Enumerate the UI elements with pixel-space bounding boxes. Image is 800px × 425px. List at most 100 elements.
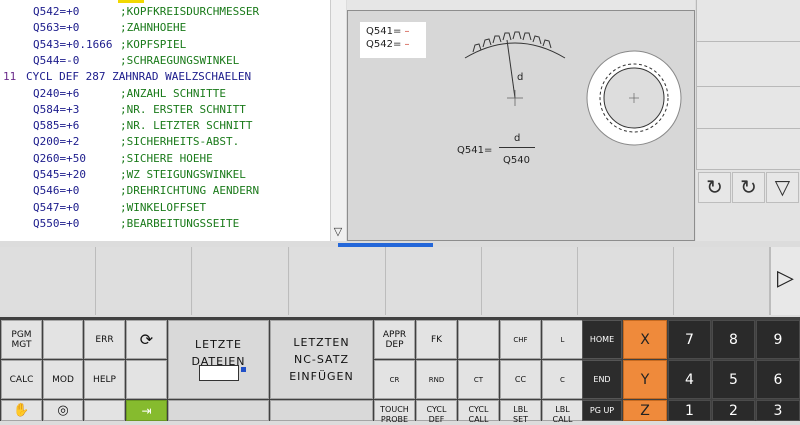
program-line[interactable]: Q543=+0.1666 ;KOPFSPIEL — [0, 37, 340, 53]
touch-probe-key[interactable]: TOUCH PROBE — [374, 400, 415, 424]
right-cell-4[interactable] — [696, 129, 800, 170]
program-line[interactable]: 11 CYCL DEF 287 ZAHNRAD WAELZSCHAELEN — [0, 69, 340, 85]
program-line[interactable]: Q547=+0 ;WINKELOFFSET — [0, 200, 340, 216]
line-key[interactable]: L — [542, 320, 583, 359]
axis-y-key[interactable]: Y — [623, 360, 667, 399]
appr-dep-key[interactable]: APPR DEP — [374, 320, 415, 359]
help-key[interactable]: HELP — [84, 360, 125, 399]
softkey-2[interactable] — [96, 247, 192, 315]
lbl-call-key[interactable]: LBL CALL — [542, 400, 583, 424]
axis-x-key[interactable]: X — [623, 320, 667, 359]
right-cell-2[interactable] — [696, 42, 800, 87]
mod-key[interactable]: MOD — [43, 360, 83, 399]
softkey-7[interactable] — [578, 247, 674, 315]
line-comment: ;NR. ERSTER SCHNITT — [120, 102, 246, 116]
scroll-down-icon[interactable]: ▽ — [330, 224, 346, 240]
num-6-key[interactable]: 6 — [756, 360, 800, 399]
chf-key[interactable]: CHF — [500, 320, 541, 359]
ct-key[interactable]: CT — [458, 360, 499, 399]
refresh-icon[interactable]: ⟳ — [126, 320, 167, 359]
softkey-6[interactable] — [482, 247, 578, 315]
line-code: Q546=+0 — [33, 184, 80, 198]
softkey-lower-1[interactable] — [168, 400, 269, 421]
num-9-key[interactable]: 9 — [756, 320, 800, 359]
pgm-mgt-key[interactable]: PGM MGT — [1, 320, 42, 359]
num-3-key[interactable]: 3 — [756, 400, 800, 421]
program-run-icon[interactable]: ⇥ — [126, 400, 167, 421]
cc-key[interactable]: CC — [500, 360, 541, 399]
operating-mode-icon[interactable]: ◎ — [43, 400, 83, 421]
program-line[interactable]: Q545=+20 ;WZ STEIGUNGSWINKEL — [0, 167, 340, 183]
num-2-key[interactable]: 2 — [712, 400, 755, 421]
line-code: Q200=+2 — [33, 135, 80, 149]
program-line[interactable]: Q240=+6 ;ANZAHL SCHNITTE — [0, 86, 340, 102]
letzten-nc-satz-einfuegen-key[interactable]: LETZTEN NC-SATZ EINFÜGEN — [270, 320, 373, 399]
formula: Q541= d Q540 — [457, 131, 547, 171]
softkey-8[interactable] — [674, 247, 770, 315]
program-line[interactable]: Q542=+0 ;KOPFKREISDURCHMESSER — [0, 4, 340, 20]
right-cell-3[interactable] — [696, 87, 800, 129]
scroll-down-button[interactable]: ▽ — [766, 172, 799, 203]
program-line[interactable]: Q585=+6 ;NR. LETZTER SCHNITT — [0, 118, 340, 134]
line-code: Q547=+0 — [33, 200, 80, 214]
cycl-def-key[interactable]: CYCL DEF — [416, 400, 457, 424]
line-code: Q563=+0 — [33, 21, 80, 35]
axis-z-key[interactable]: Z — [623, 400, 667, 421]
line-code: Q585=+6 — [33, 119, 80, 133]
rotate-cw-icon[interactable]: ↻ — [732, 172, 765, 203]
program-line[interactable]: Q546=+0 ;DREHRICHTUNG AENDERN — [0, 183, 340, 199]
softkey-1[interactable] — [0, 247, 96, 315]
help-panel-header — [347, 0, 695, 11]
blank-key-4[interactable] — [458, 320, 499, 359]
cr-key[interactable]: CR — [374, 360, 415, 399]
hand-icon[interactable]: ✋ — [1, 400, 42, 421]
program-line[interactable]: Q544=-0 ;SCHRAEGUNGSWINKEL — [0, 53, 340, 69]
calc-key[interactable]: CALC — [1, 360, 42, 399]
softkey-4[interactable] — [290, 247, 386, 315]
line-comment: ;DREHRICHTUNG AENDERN — [120, 184, 260, 198]
blank-key-2[interactable] — [126, 360, 167, 399]
line-code: Q545=+20 — [33, 168, 86, 181]
letzte-dateien-key[interactable]: LETZTE DATEIEN — [168, 320, 269, 399]
lbl-set-key[interactable]: LBL SET — [500, 400, 541, 424]
fk-key[interactable]: FK — [416, 320, 457, 359]
circle-key[interactable]: C — [542, 360, 583, 399]
cycl-call-key[interactable]: CYCL CALL — [458, 400, 499, 424]
program-line[interactable]: Q550=+0 ;BEARBEITUNGSSEITE — [0, 216, 340, 232]
right-cell-1[interactable] — [696, 0, 800, 42]
program-line[interactable]: Q260=+50 ;SICHERE HOEHE — [0, 151, 340, 167]
softkey-5[interactable] — [386, 247, 482, 315]
next-softkey-row-icon[interactable]: ▷ — [770, 247, 800, 315]
num-5-key[interactable]: 5 — [712, 360, 755, 399]
program-listing[interactable]: Q542=+0 ;KOPFKREISDURCHMESSER Q563=+0 ;ZAHN… — [0, 0, 346, 241]
num-1-key[interactable]: 1 — [668, 400, 711, 421]
line-comment: ;BEARBEITUNGSSEITE — [120, 216, 240, 230]
program-line[interactable]: Q563=+0 ;ZAHNHOEHE — [0, 20, 340, 36]
home-key[interactable]: HOME — [582, 320, 622, 359]
param-q542: Q542= – — [366, 39, 410, 50]
line-comment: ;ANZAHL SCHNITTE — [120, 86, 226, 100]
rotate-ccw-icon[interactable]: ↻ — [698, 172, 731, 203]
program-line[interactable]: Q584=+3 ;NR. ERSTER SCHNITT — [0, 102, 340, 118]
line-comment: ;NR. LETZTER SCHNITT — [120, 119, 253, 133]
softkey-lower-2[interactable] — [270, 400, 373, 421]
line-code: Q544=-0 — [33, 53, 80, 67]
diameter-label: d — [517, 72, 523, 83]
line-code: Q542=+0 — [33, 5, 80, 18]
num-4-key[interactable]: 4 — [668, 360, 711, 399]
page-up-key[interactable]: PG UP — [582, 400, 622, 421]
line-code: Q543=+0.1666 — [33, 37, 113, 51]
err-key[interactable]: ERR — [84, 320, 125, 359]
end-key[interactable]: END — [582, 360, 622, 399]
param-q541: Q541= – — [366, 26, 410, 37]
num-7-key[interactable]: 7 — [668, 320, 711, 359]
softkey-3[interactable] — [193, 247, 289, 315]
blank-key-3[interactable] — [84, 400, 125, 421]
num-8-key[interactable]: 8 — [712, 320, 755, 359]
line-number: 11 — [3, 70, 17, 84]
rnd-key[interactable]: RND — [416, 360, 457, 399]
line-code: Q260=+50 — [33, 151, 86, 165]
blank-key-1[interactable] — [43, 320, 83, 359]
program-scrollbar[interactable] — [330, 0, 346, 241]
program-line[interactable]: Q200=+2 ;SICHERHEITS-ABST. — [0, 134, 340, 150]
